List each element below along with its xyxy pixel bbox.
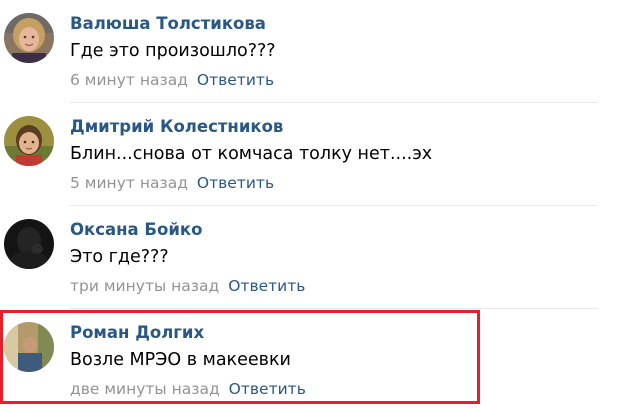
avatar[interactable] [4, 13, 54, 63]
avatar[interactable] [4, 116, 54, 166]
comment-text: Это где??? [70, 247, 169, 267]
reply-button[interactable]: Ответить [197, 174, 274, 192]
comment-time[interactable]: три минуты назад [70, 277, 219, 295]
comment-text: Где это произошло??? [70, 41, 276, 61]
comment-meta: 5 минут назад Ответить [70, 172, 274, 194]
avatar-photo-dark [4, 219, 54, 269]
comment-author[interactable]: Валюша Толстикова [70, 13, 266, 35]
avatar-photo-child [4, 116, 54, 166]
highlight-frame [0, 310, 480, 404]
comment-item: Дмитрий Колестников Блин...снова от комч… [0, 103, 628, 206]
comment-author[interactable]: Оксана Бойко [70, 219, 202, 241]
avatar-photo-blonde-woman [4, 13, 54, 63]
avatar[interactable] [4, 219, 54, 269]
comment-time[interactable]: 5 минут назад [70, 174, 188, 192]
reply-button[interactable]: Ответить [228, 277, 305, 295]
comment-item: Оксана Бойко Это где??? три минуты назад… [0, 206, 628, 309]
comment-author[interactable]: Дмитрий Колестников [70, 116, 283, 138]
comment-text: Блин...снова от комчаса толку нет....эх [70, 144, 433, 164]
comment-item: Валюша Толстикова Где это произошло??? 6… [0, 0, 628, 103]
comment-time[interactable]: 6 минут назад [70, 71, 188, 89]
comment-meta: три минуты назад Ответить [70, 275, 305, 297]
comment-meta: 6 минут назад Ответить [70, 69, 274, 91]
reply-button[interactable]: Ответить [197, 71, 274, 89]
comments-list: Валюша Толстикова Где это произошло??? 6… [0, 0, 628, 409]
